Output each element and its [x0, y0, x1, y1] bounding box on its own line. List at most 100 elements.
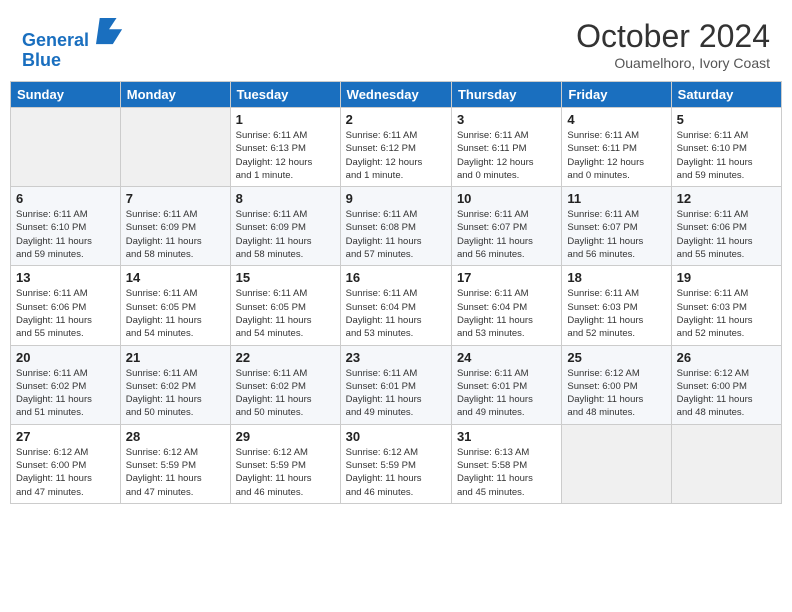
day-number: 17: [457, 270, 556, 285]
calendar-cell: 13 Sunrise: 6:11 AM Sunset: 6:06 PM Dayli…: [11, 266, 121, 345]
calendar-cell: 16 Sunrise: 6:11 AM Sunset: 6:04 PM Dayli…: [340, 266, 451, 345]
calendar-cell: 27Sunrise: 6:12 AM Sunset: 6:00 PM Dayli…: [11, 424, 121, 503]
day-info: Sunrise: 6:11 AM Sunset: 6:06 PM Dayligh…: [16, 287, 115, 340]
day-info: Sunrise: 6:11 AM Sunset: 6:09 PM Dayligh…: [126, 208, 225, 261]
calendar-cell: 26 Sunrise: 6:12 AM Sunset: 6:00 PM Dayli…: [671, 345, 781, 424]
weekday-header: Tuesday: [230, 82, 340, 108]
day-info: Sunrise: 6:11 AM Sunset: 6:13 PM Dayligh…: [236, 129, 335, 182]
calendar-cell: 31Sunrise: 6:13 AM Sunset: 5:58 PM Dayli…: [451, 424, 561, 503]
calendar-week-row: 20Sunrise: 6:11 AM Sunset: 6:02 PM Dayli…: [11, 345, 782, 424]
day-info: Sunrise: 6:11 AM Sunset: 6:07 PM Dayligh…: [457, 208, 556, 261]
title-block: October 2024 Ouamelhoro, Ivory Coast: [576, 18, 770, 71]
calendar-cell: 11 Sunrise: 6:11 AM Sunset: 6:07 PM Dayli…: [562, 187, 671, 266]
day-number: 22: [236, 350, 335, 365]
day-info: Sunrise: 6:11 AM Sunset: 6:01 PM Dayligh…: [457, 367, 556, 420]
calendar-week-row: 6Sunrise: 6:11 AM Sunset: 6:10 PM Daylig…: [11, 187, 782, 266]
day-info: Sunrise: 6:11 AM Sunset: 6:02 PM Dayligh…: [16, 367, 115, 420]
day-info: Sunrise: 6:12 AM Sunset: 5:59 PM Dayligh…: [236, 446, 335, 499]
day-number: 21: [126, 350, 225, 365]
day-info: Sunrise: 6:11 AM Sunset: 6:03 PM Dayligh…: [677, 287, 776, 340]
calendar-cell: 3 Sunrise: 6:11 AM Sunset: 6:11 PM Daylig…: [451, 108, 561, 187]
page-header: General Blue October 2024 Ouamelhoro, Iv…: [10, 10, 782, 75]
calendar-cell: 4 Sunrise: 6:11 AM Sunset: 6:11 PM Daylig…: [562, 108, 671, 187]
weekday-header: Wednesday: [340, 82, 451, 108]
logo-icon: [96, 18, 124, 46]
day-number: 19: [677, 270, 776, 285]
day-number: 9: [346, 191, 446, 206]
day-info: Sunrise: 6:11 AM Sunset: 6:02 PM Dayligh…: [236, 367, 335, 420]
day-number: 28: [126, 429, 225, 444]
calendar-cell: [120, 108, 230, 187]
day-info: Sunrise: 6:12 AM Sunset: 6:00 PM Dayligh…: [677, 367, 776, 420]
weekday-header: Monday: [120, 82, 230, 108]
calendar-cell: 2 Sunrise: 6:11 AM Sunset: 6:12 PM Daylig…: [340, 108, 451, 187]
calendar-cell: 7 Sunrise: 6:11 AM Sunset: 6:09 PM Daylig…: [120, 187, 230, 266]
day-number: 26: [677, 350, 776, 365]
calendar-cell: 15 Sunrise: 6:11 AM Sunset: 6:05 PM Dayli…: [230, 266, 340, 345]
day-number: 30: [346, 429, 446, 444]
calendar-cell: 12Sunrise: 6:11 AM Sunset: 6:06 PM Dayli…: [671, 187, 781, 266]
day-info: Sunrise: 6:12 AM Sunset: 5:59 PM Dayligh…: [346, 446, 446, 499]
calendar-week-row: 27Sunrise: 6:12 AM Sunset: 6:00 PM Dayli…: [11, 424, 782, 503]
day-number: 7: [126, 191, 225, 206]
calendar-table: SundayMondayTuesdayWednesdayThursdayFrid…: [10, 81, 782, 504]
day-info: Sunrise: 6:11 AM Sunset: 6:12 PM Dayligh…: [346, 129, 446, 182]
calendar-cell: 21 Sunrise: 6:11 AM Sunset: 6:02 PM Dayli…: [120, 345, 230, 424]
day-number: 12: [677, 191, 776, 206]
day-number: 4: [567, 112, 665, 127]
calendar-cell: 28 Sunrise: 6:12 AM Sunset: 5:59 PM Dayli…: [120, 424, 230, 503]
day-number: 18: [567, 270, 665, 285]
day-number: 11: [567, 191, 665, 206]
calendar-cell: 29Sunrise: 6:12 AM Sunset: 5:59 PM Dayli…: [230, 424, 340, 503]
day-info: Sunrise: 6:11 AM Sunset: 6:07 PM Dayligh…: [567, 208, 665, 261]
day-number: 16: [346, 270, 446, 285]
weekday-header: Thursday: [451, 82, 561, 108]
day-number: 23: [346, 350, 446, 365]
calendar-cell: 1Sunrise: 6:11 AM Sunset: 6:13 PM Daylig…: [230, 108, 340, 187]
weekday-header: Saturday: [671, 82, 781, 108]
weekday-header: Sunday: [11, 82, 121, 108]
day-info: Sunrise: 6:12 AM Sunset: 6:00 PM Dayligh…: [16, 446, 115, 499]
day-info: Sunrise: 6:11 AM Sunset: 6:02 PM Dayligh…: [126, 367, 225, 420]
calendar-week-row: 1Sunrise: 6:11 AM Sunset: 6:13 PM Daylig…: [11, 108, 782, 187]
day-number: 25: [567, 350, 665, 365]
calendar-cell: 25 Sunrise: 6:12 AM Sunset: 6:00 PM Dayli…: [562, 345, 671, 424]
day-number: 15: [236, 270, 335, 285]
month-title: October 2024: [576, 18, 770, 55]
calendar-header-row: SundayMondayTuesdayWednesdayThursdayFrid…: [11, 82, 782, 108]
calendar-cell: 5Sunrise: 6:11 AM Sunset: 6:10 PM Daylig…: [671, 108, 781, 187]
day-info: Sunrise: 6:11 AM Sunset: 6:11 PM Dayligh…: [457, 129, 556, 182]
day-info: Sunrise: 6:11 AM Sunset: 6:11 PM Dayligh…: [567, 129, 665, 182]
logo-blue: Blue: [22, 50, 61, 70]
day-number: 13: [16, 270, 115, 285]
day-number: 14: [126, 270, 225, 285]
day-number: 2: [346, 112, 446, 127]
calendar-cell: 8Sunrise: 6:11 AM Sunset: 6:09 PM Daylig…: [230, 187, 340, 266]
calendar-cell: 18 Sunrise: 6:11 AM Sunset: 6:03 PM Dayli…: [562, 266, 671, 345]
day-info: Sunrise: 6:11 AM Sunset: 6:05 PM Dayligh…: [126, 287, 225, 340]
day-number: 3: [457, 112, 556, 127]
day-info: Sunrise: 6:11 AM Sunset: 6:10 PM Dayligh…: [16, 208, 115, 261]
calendar-cell: 20Sunrise: 6:11 AM Sunset: 6:02 PM Dayli…: [11, 345, 121, 424]
day-info: Sunrise: 6:11 AM Sunset: 6:05 PM Dayligh…: [236, 287, 335, 340]
calendar-cell: [562, 424, 671, 503]
calendar-cell: 22 Sunrise: 6:11 AM Sunset: 6:02 PM Dayli…: [230, 345, 340, 424]
logo: General Blue: [22, 18, 124, 71]
day-info: Sunrise: 6:13 AM Sunset: 5:58 PM Dayligh…: [457, 446, 556, 499]
calendar-week-row: 13 Sunrise: 6:11 AM Sunset: 6:06 PM Dayli…: [11, 266, 782, 345]
calendar-cell: 14 Sunrise: 6:11 AM Sunset: 6:05 PM Dayli…: [120, 266, 230, 345]
day-info: Sunrise: 6:11 AM Sunset: 6:04 PM Dayligh…: [457, 287, 556, 340]
weekday-header: Friday: [562, 82, 671, 108]
day-info: Sunrise: 6:11 AM Sunset: 6:03 PM Dayligh…: [567, 287, 665, 340]
day-number: 24: [457, 350, 556, 365]
day-info: Sunrise: 6:11 AM Sunset: 6:08 PM Dayligh…: [346, 208, 446, 261]
location-subtitle: Ouamelhoro, Ivory Coast: [576, 55, 770, 71]
calendar-cell: 9 Sunrise: 6:11 AM Sunset: 6:08 PM Daylig…: [340, 187, 451, 266]
calendar-cell: 10 Sunrise: 6:11 AM Sunset: 6:07 PM Dayli…: [451, 187, 561, 266]
day-info: Sunrise: 6:11 AM Sunset: 6:04 PM Dayligh…: [346, 287, 446, 340]
day-info: Sunrise: 6:12 AM Sunset: 6:00 PM Dayligh…: [567, 367, 665, 420]
day-number: 8: [236, 191, 335, 206]
calendar-cell: 30 Sunrise: 6:12 AM Sunset: 5:59 PM Dayli…: [340, 424, 451, 503]
day-number: 10: [457, 191, 556, 206]
day-info: Sunrise: 6:12 AM Sunset: 5:59 PM Dayligh…: [126, 446, 225, 499]
